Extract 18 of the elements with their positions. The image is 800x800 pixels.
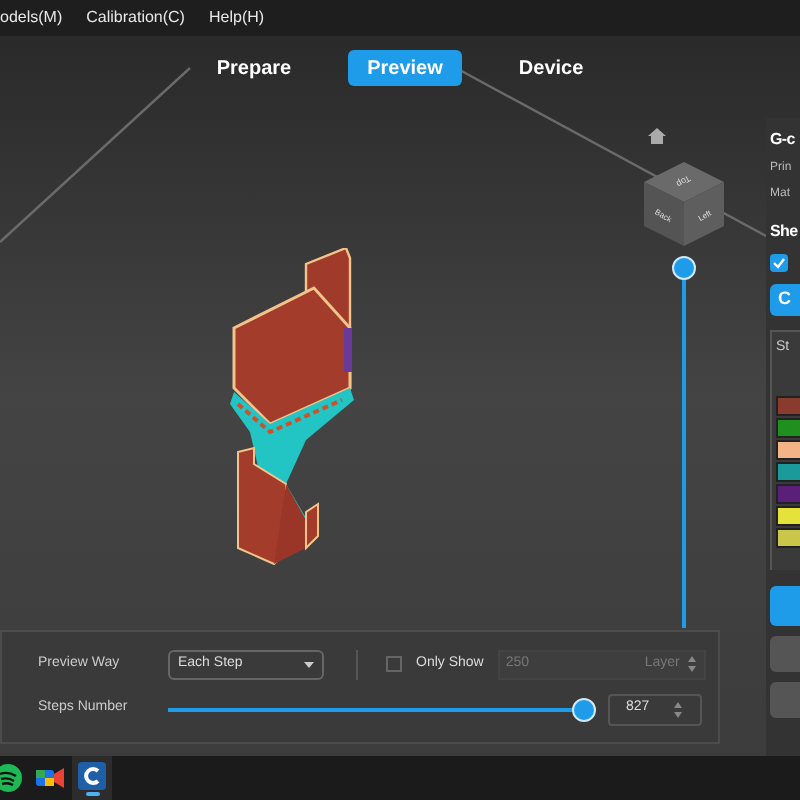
menu-item[interactable]: Calibration(C) [86, 6, 185, 30]
slicer-app-icon[interactable] [78, 761, 106, 789]
section-title: She [770, 220, 800, 244]
show-checkbox[interactable] [770, 254, 788, 272]
camera-app-icon[interactable] [36, 766, 64, 790]
only-show-checkbox[interactable] [386, 656, 402, 672]
layer-slider-thumb[interactable] [672, 256, 696, 280]
spinner-icon[interactable] [685, 654, 698, 674]
mode-tab[interactable]: Device [498, 50, 604, 86]
mode-tab[interactable]: Prepare [196, 50, 312, 86]
menu-item[interactable]: odels(M) [0, 6, 63, 30]
panel-title: G-c [770, 128, 797, 152]
round-app-icon[interactable] [0, 764, 22, 792]
steps-slider-thumb[interactable] [572, 697, 596, 721]
menu-item[interactable]: Help(H) [208, 6, 265, 30]
home-icon[interactable] [648, 128, 666, 144]
caret-icon [304, 661, 314, 667]
spinner-icon[interactable] [672, 699, 684, 719]
